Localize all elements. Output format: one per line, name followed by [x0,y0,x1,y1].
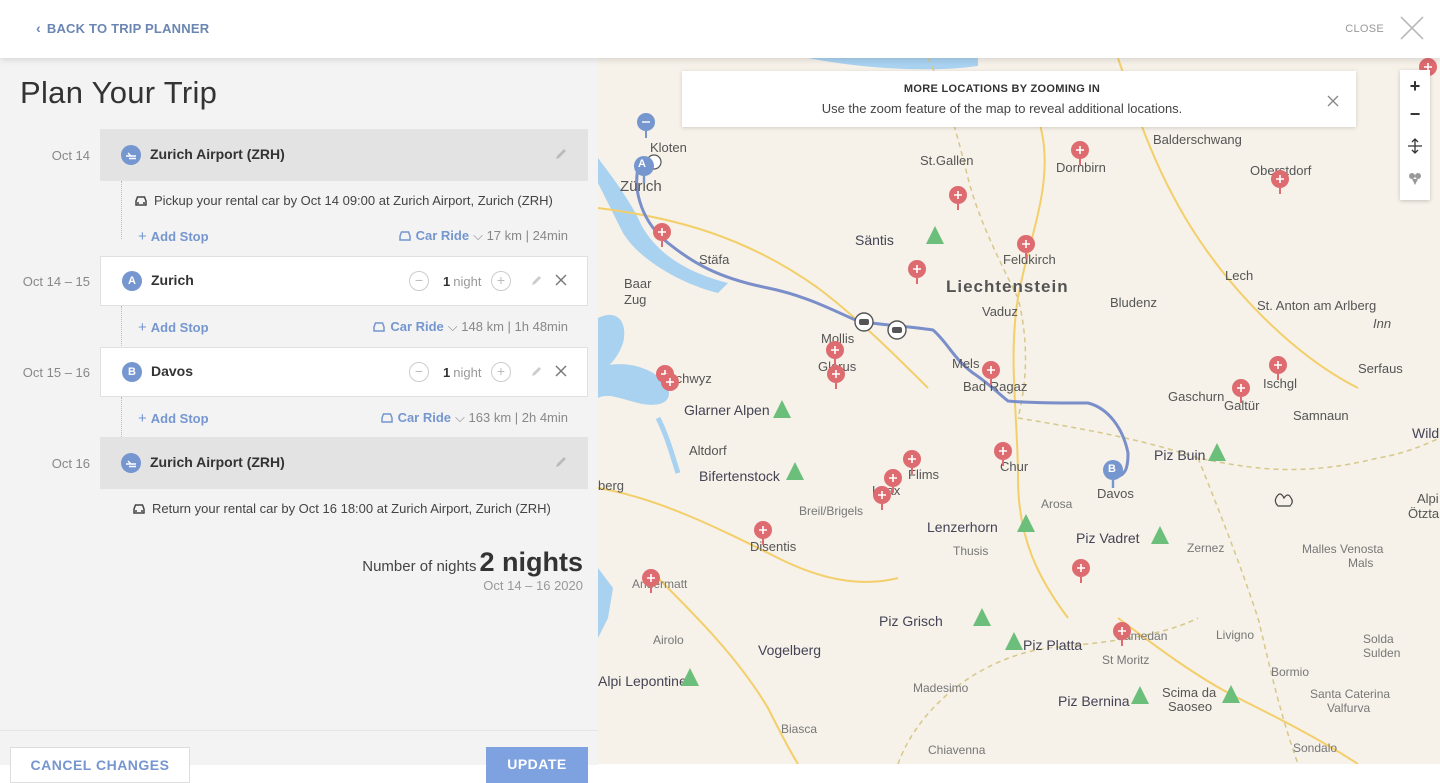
pickup-note: Pickup your rental car by Oct 14 09:00 a… [134,193,553,208]
timeline-line [121,306,122,346]
car-icon [135,196,147,206]
remove-stop-icon[interactable] [555,274,567,286]
edit-pencil-icon[interactable] [531,274,543,286]
stop-row-davos[interactable]: B Davos − 1 night + [100,347,588,397]
start-airport-name: Zurich Airport (ZRH) [150,146,285,162]
cancel-changes-button[interactable]: CANCEL CHANGES [10,747,190,783]
nights-summary-label: Number of nights [362,558,477,575]
edit-pencil-icon[interactable] [554,147,568,161]
chevron-down-icon: ⌵ [447,319,458,334]
car-icon [380,413,393,423]
nights-stepper: − 1 night + [409,271,511,293]
end-airport-name: Zurich Airport (ZRH) [150,454,285,470]
add-stop-button[interactable]: + Add Stop [138,228,209,245]
update-button[interactable]: UPDATE [486,747,588,783]
stop-a-date: Oct 14 – 15 [22,274,90,289]
add-stop-button[interactable]: + Add Stop [138,410,209,427]
trip-planner-panel: Plan Your Trip Oct 14 Zurich Airport (ZR… [0,58,598,764]
airplane-icon [121,145,141,165]
leg-car-ride[interactable]: Car Ride ⌵ 163 km | 2h 4min [380,410,568,426]
nights-summary: Number of nights 2 nights Oct 14 – 16 202… [362,547,583,593]
timeline-line [121,181,122,239]
banner-text: Use the zoom feature of the map to revea… [821,101,1183,116]
leg-car-ride[interactable]: Car Ride ⌵ 17 km | 24min [398,228,568,244]
footer-actions: CANCEL CHANGES UPDATE [0,730,598,783]
location-pin-icon [642,58,1437,646]
airplane-icon [121,453,141,473]
map-zoom-controls: + − [1400,70,1430,200]
close-banner-icon[interactable] [1327,95,1339,107]
stop-name: Zurich [151,272,194,288]
decrease-nights-button[interactable]: − [409,271,429,291]
stop-name: Davos [151,363,194,379]
nights-summary-range: Oct 14 – 16 2020 [483,578,583,593]
end-airport-row[interactable]: Zurich Airport (ZRH) [100,437,588,489]
start-date: Oct 14 [51,148,90,163]
car-icon [133,504,145,514]
nights-stepper: − 1 night + [409,362,511,384]
remove-stop-icon[interactable] [555,365,567,377]
stop-b-date: Oct 15 – 16 [22,365,90,380]
return-note: Return your rental car by Oct 16 18:00 a… [132,501,551,516]
increase-nights-button[interactable]: + [491,271,511,291]
stop-row-zurich[interactable]: A Zurich − 1 night + [100,256,588,306]
zoom-info-banner: MORE LOCATIONS BY ZOOMING IN Use the zoo… [682,71,1356,127]
stop-letter-badge: A [122,271,142,291]
top-bar: ‹ BACK TO TRIP PLANNER CLOSE [0,0,1440,58]
close-label[interactable]: CLOSE [1345,23,1384,35]
chevron-down-icon: ⌵ [473,228,483,243]
map-marker-a-letter: A [638,158,646,170]
airport-marker-icon [637,113,655,138]
car-icon [373,322,386,332]
add-stop-button[interactable]: + Add Stop [138,319,209,336]
end-date: Oct 16 [51,456,90,471]
back-to-trip-planner-link[interactable]: ‹ BACK TO TRIP PLANNER [36,20,209,36]
edit-pencil-icon[interactable] [554,455,568,469]
stop-letter-badge: B [122,362,142,382]
zoom-in-button[interactable]: + [1400,72,1430,100]
nights-summary-value: 2 nights [479,547,583,577]
chevron-left-icon: ‹ [36,20,41,36]
edit-pencil-icon[interactable] [531,365,543,377]
route-map[interactable]: Kloten Zürich St.Gallen Dornbirn Balders… [598,58,1440,764]
map-layer-icon[interactable] [1408,172,1422,186]
banner-title: MORE LOCATIONS BY ZOOMING IN [903,83,1101,95]
close-icon[interactable] [1398,14,1426,42]
fit-bounds-icon[interactable] [1407,138,1423,154]
chevron-down-icon: ⌵ [455,410,465,425]
car-icon [398,231,411,241]
mountain-peak-icon [681,226,1240,704]
timeline-line [121,397,122,437]
route-car-icon [646,154,907,340]
hand-cursor-icon [1274,493,1293,507]
map-marker-b-letter: B [1108,463,1116,475]
leg-car-ride[interactable]: Car Ride ⌵ 148 km | 1h 48min [372,319,568,335]
decrease-nights-button[interactable]: − [409,362,429,382]
increase-nights-button[interactable]: + [491,362,511,382]
start-airport-row[interactable]: Zurich Airport (ZRH) [100,129,588,181]
back-label: BACK TO TRIP PLANNER [46,21,210,36]
zoom-out-button[interactable]: − [1400,100,1430,128]
map-pins [634,58,1437,704]
page-title: Plan Your Trip [20,75,218,110]
